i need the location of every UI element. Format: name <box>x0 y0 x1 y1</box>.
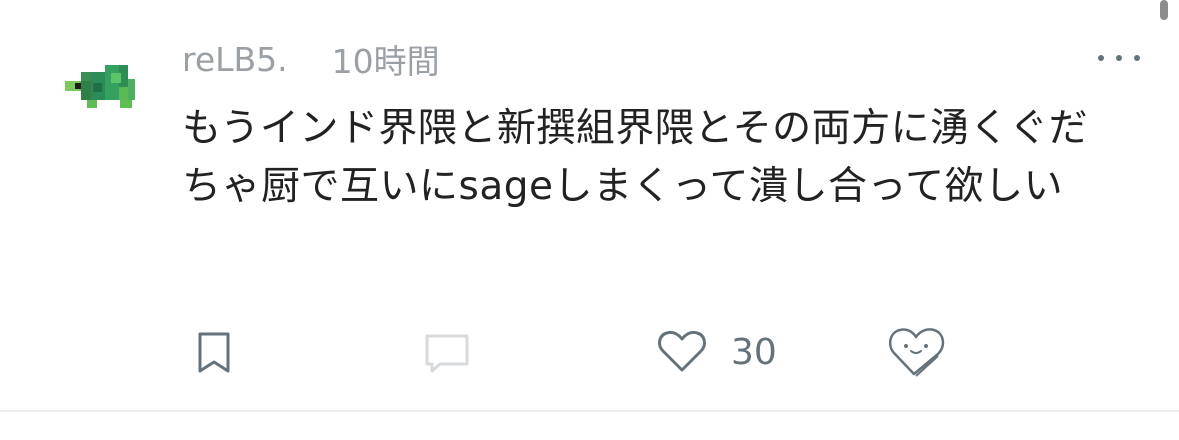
reaction-button[interactable] <box>886 320 948 384</box>
scrollbar-thumb[interactable] <box>1160 0 1168 20</box>
like-button[interactable]: 30 <box>655 320 777 384</box>
pixel-turtle-avatar[interactable] <box>62 62 142 112</box>
comment-actions: 30 <box>0 320 1179 384</box>
comment-header: reLB5. 10時間 <box>182 34 440 84</box>
heart-outline-icon <box>658 330 706 372</box>
reply-button[interactable] <box>422 320 472 384</box>
like-count: 30 <box>731 331 777 373</box>
bookmark-button[interactable] <box>192 320 236 384</box>
comment-divider <box>0 410 1179 412</box>
username[interactable]: reLB5. <box>182 40 288 79</box>
smiling-heart-icon <box>888 328 945 377</box>
comment-text: もうインド界隈と新撰組界隈とその両方に湧くぐだちゃ厨で互いにsageしまくって潰… <box>182 106 1089 209</box>
bookmark-icon <box>198 332 230 373</box>
timestamp: 10時間 <box>331 42 440 81</box>
more-horizontal-icon[interactable] <box>1094 48 1144 68</box>
comment-bubble-icon <box>425 334 469 373</box>
